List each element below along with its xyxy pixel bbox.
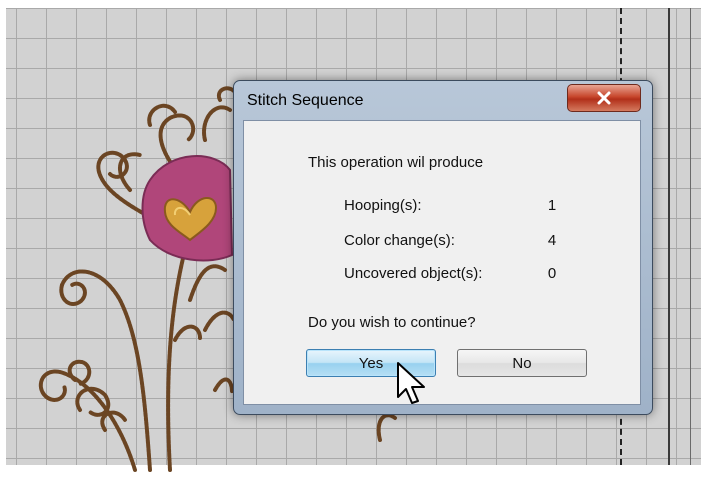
hoopings-value: 1 [547, 197, 557, 214]
uncovered-objects-value: 0 [547, 265, 557, 282]
uncovered-objects-label: Uncovered object(s): [344, 265, 483, 282]
color-changes-value: 4 [547, 232, 557, 249]
no-button[interactable]: No [457, 349, 587, 377]
intro-text: This operation wil produce [308, 154, 484, 171]
continue-question: Do you wish to continue? [308, 314, 476, 331]
dialog-content: This operation wil produce Hooping(s): 1… [243, 120, 641, 405]
dialog-title: Stitch Sequence [247, 92, 364, 109]
hoopings-label: Hooping(s): [344, 197, 422, 214]
close-button[interactable] [567, 84, 641, 112]
x-close-icon [597, 91, 611, 105]
color-changes-label: Color change(s): [344, 232, 455, 249]
stitch-sequence-dialog: Stitch Sequence This operation wil produ… [233, 80, 653, 415]
mouse-pointer-icon [397, 362, 425, 404]
